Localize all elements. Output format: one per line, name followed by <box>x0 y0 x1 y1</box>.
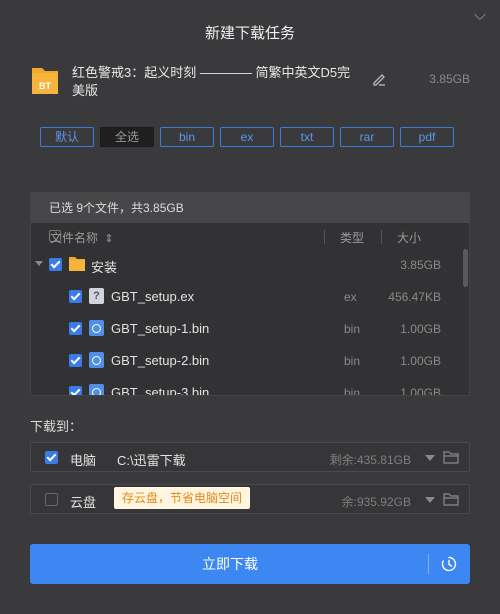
file-type: bin <box>344 386 361 396</box>
filter-ex-button[interactable]: ex <box>220 127 274 147</box>
file-size: 1.00GB <box>400 386 441 396</box>
download-now-label: 立即下载 <box>202 556 258 572</box>
bt-icon-label: BT <box>39 81 51 91</box>
folder-icon <box>69 257 85 271</box>
file-row[interactable]: GBT_setup-1.bin bin 1.00GB <box>31 313 469 345</box>
download-now-button[interactable]: 立即下载 <box>30 544 470 584</box>
file-type: ex <box>344 290 357 304</box>
file-checkbox[interactable] <box>69 354 82 367</box>
file-name: GBT_setup-2.bin <box>111 353 210 368</box>
file-size: 1.00GB <box>400 322 441 336</box>
filter-rar-button[interactable]: rar <box>340 127 394 147</box>
filter-select-all-button[interactable]: 全选 <box>100 127 154 147</box>
file-name: GBT_setup.ex <box>111 289 195 304</box>
filter-txt-button[interactable]: txt <box>280 127 334 147</box>
pc-free-space: 剩余:435.81GB <box>329 453 411 467</box>
folder-open-icon[interactable] <box>443 451 459 464</box>
download-path[interactable]: C:\迅雷下载 <box>117 450 186 469</box>
file-checkbox[interactable] <box>69 322 82 335</box>
file-name: GBT_setup-1.bin <box>111 321 210 336</box>
scrollbar-thumb[interactable] <box>463 249 468 287</box>
schedule-clock-icon[interactable] <box>441 556 457 572</box>
cloud-tooltip: 存云盘，节省电脑空间 <box>114 487 251 509</box>
collapse-icon[interactable]: ⌵ <box>470 6 490 26</box>
pc-target-name: 电脑 <box>70 453 97 468</box>
column-divider <box>324 230 325 244</box>
disc-file-icon <box>89 320 104 336</box>
selection-summary: 已选 9个文件，共3.85GB <box>31 193 469 223</box>
chevron-down-icon[interactable] <box>425 497 435 503</box>
file-type-filter-bar: 默认 全选 bin ex txt rar pdf <box>40 127 454 147</box>
button-divider <box>428 554 429 574</box>
filter-pdf-button[interactable]: pdf <box>400 127 454 147</box>
bt-file-icon: BT <box>32 68 58 94</box>
torrent-name: 红色警戒3：起义时刻 ———— 简繁中英文D5完美版 <box>72 65 351 98</box>
sort-icon[interactable]: ⇕ <box>104 233 113 245</box>
dialog-title: 新建下载任务 <box>204 25 295 42</box>
name-column-header[interactable]: 文件名称 ⇕ <box>50 229 114 246</box>
pc-checkbox[interactable] <box>45 451 58 464</box>
disc-file-icon <box>89 352 104 368</box>
file-list-panel: 已选 9个文件，共3.85GB 文件名称 ⇕ 类型 大小 安装 3.85GB ?… <box>30 192 470 396</box>
file-name: GBT_setup-3.bin <box>111 385 210 396</box>
file-type: bin <box>344 322 361 336</box>
download-target-pc[interactable]: 电脑 C:\迅雷下载 剩余:435.81GB <box>30 442 470 472</box>
folder-name: 安装 <box>91 260 118 275</box>
file-row[interactable]: ? GBT_setup.ex ex 456.47KB <box>31 281 469 313</box>
file-row[interactable]: GBT_setup-2.bin bin 1.00GB <box>31 345 469 377</box>
download-target-cloud[interactable]: 云盘 存云盘，节省电脑空间 余:935.92GB <box>30 484 470 514</box>
folder-checkbox[interactable] <box>49 258 62 271</box>
column-divider <box>381 230 382 244</box>
file-checkbox[interactable] <box>69 386 82 395</box>
edit-icon[interactable] <box>372 72 386 86</box>
file-row[interactable]: GBT_setup-3.bin bin 1.00GB <box>31 377 469 396</box>
file-size: 1.00GB <box>400 354 441 368</box>
chevron-down-icon[interactable] <box>425 455 435 461</box>
file-checkbox[interactable] <box>69 290 82 303</box>
filter-default-button[interactable]: 默认 <box>40 127 94 147</box>
folder-open-icon[interactable] <box>443 493 459 506</box>
filter-bin-button[interactable]: bin <box>160 127 214 147</box>
file-type: bin <box>344 354 361 368</box>
download-to-label: 下载到： <box>30 419 83 434</box>
cloud-target-name: 云盘 <box>70 495 97 510</box>
disc-file-icon <box>89 384 104 395</box>
torrent-size: 3.85GB <box>429 72 470 86</box>
name-column-label: 文件名称 <box>50 231 99 245</box>
size-column-header[interactable]: 大小 <box>397 229 421 246</box>
type-column-header[interactable]: 类型 <box>340 229 364 246</box>
cloud-checkbox[interactable] <box>45 493 58 506</box>
file-size: 456.47KB <box>388 290 441 304</box>
cloud-free-space: 余:935.92GB <box>341 495 411 509</box>
unknown-file-icon: ? <box>89 288 104 304</box>
folder-row[interactable]: 安装 3.85GB <box>31 249 469 281</box>
collapse-arrow-icon[interactable] <box>35 261 43 266</box>
folder-size: 3.85GB <box>400 258 441 272</box>
